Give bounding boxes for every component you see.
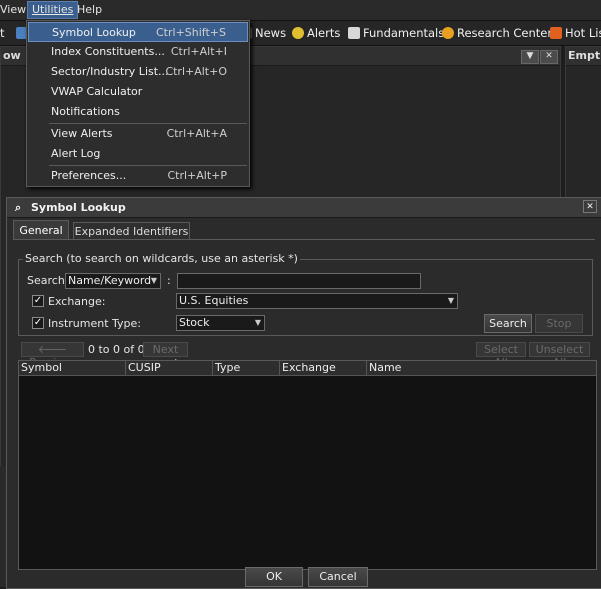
search-colon: : [167, 274, 171, 287]
instrument-type-select[interactable]: Stock ▼ [176, 315, 265, 331]
search-input[interactable] [177, 273, 421, 289]
column-header-exchange[interactable]: Exchange [280, 361, 367, 375]
search-label: Search [27, 274, 65, 287]
previous-button[interactable]: 🡐 Previous [21, 342, 84, 369]
menu-item-notifications[interactable]: Notifications [28, 102, 248, 122]
toolbar-alerts-button[interactable]: Alerts [292, 25, 340, 41]
exchange-label: Exchange: [48, 295, 106, 308]
instrument-type-label: Instrument Type: [48, 317, 141, 330]
arrow-left-icon: 🡐 [37, 343, 68, 356]
chevron-down-icon: ▼ [150, 276, 157, 285]
chevron-down-icon[interactable]: ▼ [521, 50, 539, 64]
menu-item-sector-industry[interactable]: Sector/Industry List... Ctrl+Alt+O [28, 62, 248, 82]
search-button[interactable]: Search [484, 314, 532, 333]
unselect-all-button[interactable]: Unselect All [529, 342, 590, 369]
menu-item-view-alerts[interactable]: View Alerts Ctrl+Alt+A [28, 124, 248, 144]
search-group-label: Search (to search on wildcards, use an a… [23, 252, 300, 265]
chevron-down-icon: ▼ [254, 318, 261, 327]
menu-item-vwap-calculator[interactable]: VWAP Calculator [28, 82, 248, 102]
ok-button[interactable]: OK [245, 567, 303, 587]
menu-item-preferences[interactable]: Preferences... Ctrl+Alt+P [28, 166, 248, 186]
column-header-type[interactable]: Type [213, 361, 280, 375]
menu-bar: View Utilities Help [0, 0, 601, 21]
menu-item-symbol-lookup[interactable]: Symbol Lookup Ctrl+Shift+S [28, 22, 248, 42]
right-panel-title: Empt [566, 47, 601, 66]
cancel-button[interactable]: Cancel [308, 567, 368, 587]
toolbar-research-button[interactable]: Research Center [442, 25, 552, 41]
alert-bell-icon [292, 27, 304, 39]
column-header-symbol[interactable]: Symbol [19, 361, 126, 375]
table-header: Symbol CUSIP Type Exchange Name [19, 361, 596, 376]
toolbar-hotlist-button[interactable]: Hot List [550, 25, 601, 41]
menu-item-alert-log[interactable]: Alert Log [28, 144, 248, 164]
next-button[interactable]: Next 🡒 [143, 342, 188, 369]
dialog-title-bar[interactable]: ⌕ Symbol Lookup ✕ [7, 198, 601, 218]
results-table[interactable]: Symbol CUSIP Type Exchange Name [18, 360, 597, 570]
tab-general[interactable]: General [13, 220, 69, 239]
hotlist-icon [550, 27, 562, 39]
tab-expanded-identifiers[interactable]: Expanded Identifiers [73, 222, 190, 239]
fundamentals-icon [348, 27, 360, 39]
search-mode-select[interactable]: Name/Keyword ▼ [65, 273, 161, 289]
stop-button[interactable]: Stop [535, 314, 583, 333]
menu-view[interactable]: View [0, 2, 30, 18]
exchange-checkbox[interactable]: ✓ [32, 295, 44, 307]
select-all-button[interactable]: Select All [476, 342, 526, 369]
exchange-select[interactable]: U.S. Equities ▼ [176, 293, 458, 309]
toolbar-fundamentals-button[interactable]: Fundamentals [348, 25, 444, 41]
dialog-title: Symbol Lookup [31, 201, 126, 214]
research-icon [442, 27, 454, 39]
search-icon: ⌕ [15, 201, 22, 214]
close-icon[interactable]: ✕ [583, 200, 597, 213]
utilities-menu: Symbol Lookup Ctrl+Shift+S Index Constitu… [26, 20, 250, 187]
menu-item-index-constituents[interactable]: Index Constituents... Ctrl+Alt+I [28, 42, 248, 62]
menu-help[interactable]: Help [73, 2, 106, 18]
close-icon[interactable]: ✕ [540, 50, 558, 64]
page-range: 0 to 0 of 0 [88, 343, 145, 356]
column-header-name[interactable]: Name [367, 361, 596, 375]
instrument-type-checkbox[interactable]: ✓ [32, 317, 44, 329]
tab-divider [13, 239, 595, 240]
column-header-cusip[interactable]: CUSIP [126, 361, 213, 375]
symbol-lookup-dialog: ⌕ Symbol Lookup ✕ General Expanded Ident… [6, 197, 601, 589]
chevron-down-icon: ▼ [447, 296, 454, 305]
menu-utilities[interactable]: Utilities [27, 1, 79, 19]
